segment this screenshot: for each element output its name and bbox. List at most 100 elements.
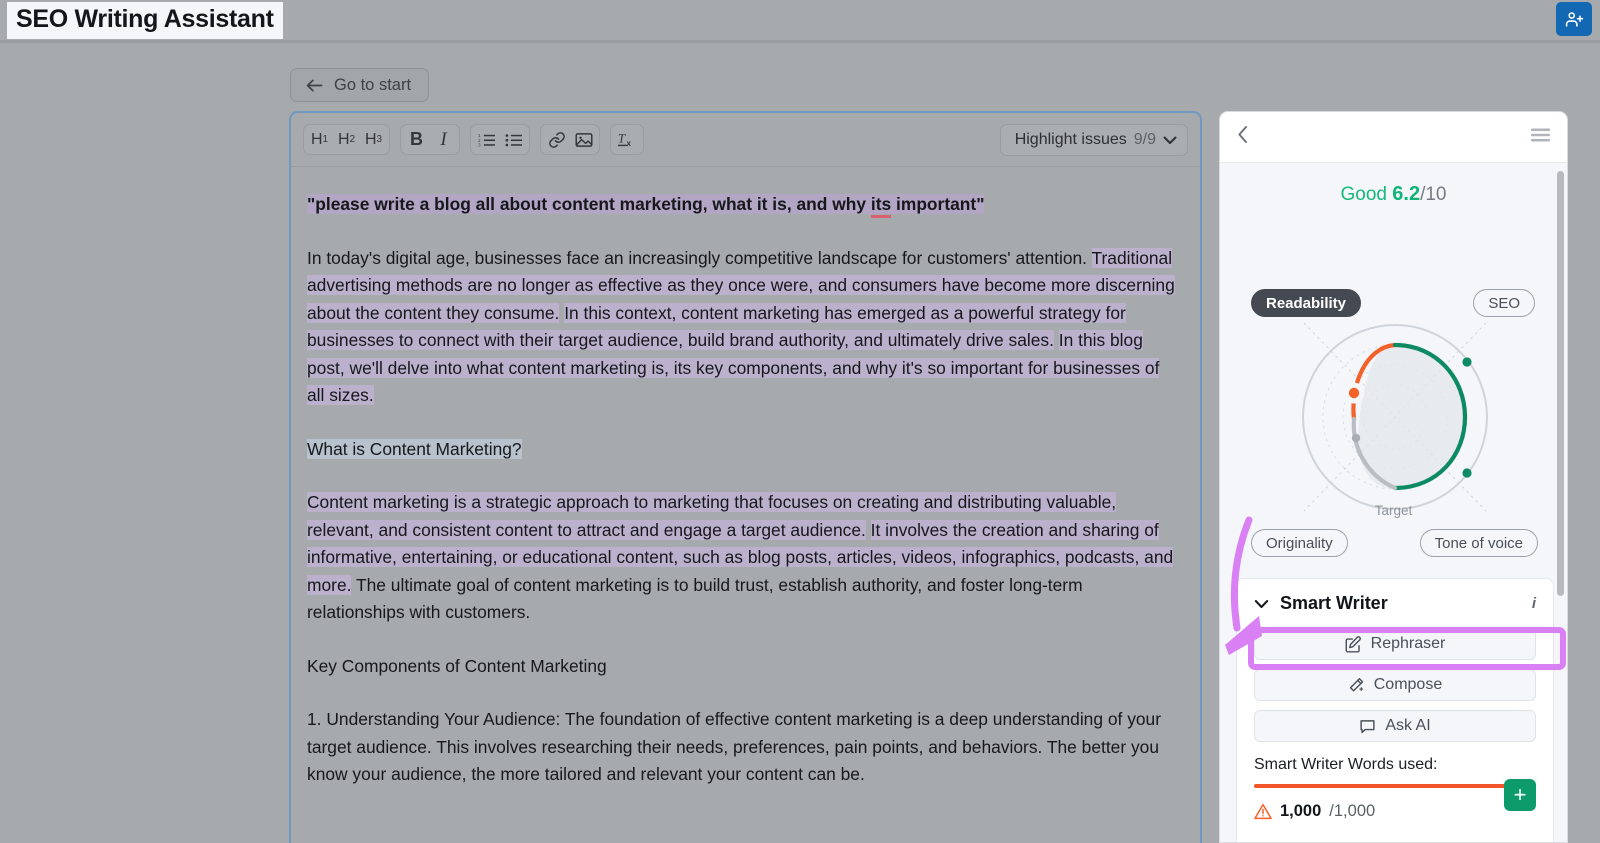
panel-menu-button[interactable] [1531,128,1550,147]
document-heading-2: Key Components of Content Marketing [307,655,607,676]
list-group: 1 2 3 [470,124,530,155]
prompt-text-pre: "please write a blog all about content m… [307,194,871,214]
panel-body: Good 6.2/10 Readability SEO Originality … [1220,163,1567,842]
svg-text:3: 3 [478,142,481,147]
panel-scrollbar[interactable] [1557,171,1564,596]
clear-formatting-button[interactable]: T x [613,126,641,153]
go-to-start-button[interactable]: Go to start [290,68,430,102]
document-editor: H1 H2 H3 B I 1 2 3 T x Highlight issues … [289,111,1202,843]
chevron-down-icon [1163,136,1177,144]
go-to-start-label: Go to start [334,75,412,94]
chevron-left-icon [1238,126,1247,143]
chat-bubble-icon [1360,719,1375,733]
panel-header [1220,112,1567,163]
arrow-left-icon [306,79,323,91]
clear-format-group: T x [610,124,644,155]
assistant-panel: Good 6.2/10 Readability SEO Originality … [1219,111,1568,843]
highlight-issues-dropdown[interactable]: Highlight issues 9/9 [999,124,1188,156]
ordered-list-button[interactable]: 1 2 3 [473,126,500,153]
ask-ai-button[interactable]: Ask AI [1254,710,1536,742]
ordered-list-icon: 1 2 3 [478,132,495,147]
document-heading-1: What is Content Marketing? [307,436,1178,464]
ask-ai-label: Ask AI [1385,717,1431,734]
bold-button[interactable]: B [403,126,430,153]
heading-buttons-group: H1 H2 H3 [303,124,390,155]
heading-2-sub: 2 [349,134,356,145]
smart-writer-usage-bar [1254,784,1536,788]
add-user-button[interactable] [1556,2,1592,36]
rephraser-button[interactable]: Rephraser [1254,628,1536,660]
heading-1-button[interactable]: H1 [306,126,333,153]
score-value: 6.2 [1392,183,1421,205]
link-icon [548,131,565,148]
smart-writer-card: Smart Writer i Rephraser Compose Ask AI … [1236,578,1554,842]
clear-formatting-icon: T x [618,131,632,147]
radar-point-tone [1462,468,1472,478]
misspelled-word[interactable]: its [870,194,892,218]
add-user-icon [1565,11,1583,27]
smart-writer-title: Smart Writer [1280,593,1388,613]
heading-3-button[interactable]: H3 [360,126,387,153]
heading-1-sub: 1 [322,134,329,145]
top-bar: SEO Writing Assistant [0,0,1600,40]
radar-target-label: Target [1374,503,1413,518]
magic-wand-icon [1349,677,1364,691]
rephraser-label: Rephraser [1370,635,1446,652]
compose-label: Compose [1373,676,1443,693]
paragraph-2-segment-3: The ultimate goal of content marketing i… [307,574,1083,623]
radar-point-readability[interactable] [1348,387,1360,399]
smart-writer-words-label: Smart Writer Words used: [1254,756,1438,773]
heading-3-label: H [364,130,377,148]
bullet-list-icon [505,133,522,146]
score-rating: Good [1340,184,1387,205]
document-paragraph-1: In today's digital age, businesses face … [307,245,1178,410]
add-words-button[interactable]: + [1504,779,1536,811]
heading-2-label: H [337,130,350,148]
pill-seo[interactable]: SEO [1473,289,1535,317]
highlight-issues-count: 9/9 [1133,131,1156,148]
heading-1-label: H [310,130,323,148]
warning-triangle-icon [1254,803,1272,820]
smart-writer-header[interactable]: Smart Writer i [1254,593,1536,614]
document-paragraph-2: Content marketing is a strategic approac… [307,489,1178,627]
page-title: SEO Writing Assistant [7,2,283,39]
top-bar-divider [0,40,1600,43]
radar-point-originality [1351,433,1361,443]
heading-1-text[interactable]: What is Content Marketing? [307,438,522,459]
text-style-group: B I [400,124,460,155]
bullet-list-button[interactable] [500,126,527,153]
smart-writer-usage: 1,000/1,000 [1254,802,1536,821]
link-button[interactable] [543,126,570,153]
edit-square-icon [1345,635,1361,653]
radar-area [1357,345,1467,489]
italic-button[interactable]: I [430,126,457,153]
paragraph-1-segment-1: In today's digital age, businesses face … [307,247,1087,268]
words-used-value: 1,000 [1280,802,1322,820]
content-score: Good 6.2/10 [1220,163,1567,206]
svg-text:T: T [618,131,626,145]
editor-toolbar: H1 H2 H3 B I 1 2 3 T x Highlight issues … [291,113,1200,167]
score-radar-chart [1302,322,1488,512]
words-total-value: /1,000 [1329,802,1376,820]
document-prompt-line: "please write a blog all about content m… [307,191,1178,219]
pill-readability[interactable]: Readability [1251,289,1362,317]
score-max: /10 [1420,184,1447,205]
info-icon[interactable]: i [1532,595,1536,612]
chevron-down-icon [1254,599,1269,608]
insert-group [540,124,600,155]
compose-button[interactable]: Compose [1254,669,1536,701]
heading-2-button[interactable]: H2 [333,126,360,153]
document-content[interactable]: "please write a blog all about content m… [291,167,1200,789]
highlight-issues-label: Highlight issues [1014,131,1127,148]
image-button[interactable] [570,126,597,153]
pill-tone-of-voice[interactable]: Tone of voice [1419,529,1538,557]
image-icon [574,132,593,147]
hamburger-menu-icon [1531,128,1550,141]
heading-3-sub: 3 [376,134,383,145]
panel-back-button[interactable] [1237,125,1249,149]
pill-originality[interactable]: Originality [1251,529,1348,557]
svg-text:x: x [627,138,632,147]
document-paragraph-3: 1. Understanding Your Audience: The foun… [307,709,1162,784]
radar-point-seo [1462,357,1472,367]
prompt-text-post: important" [891,194,985,214]
